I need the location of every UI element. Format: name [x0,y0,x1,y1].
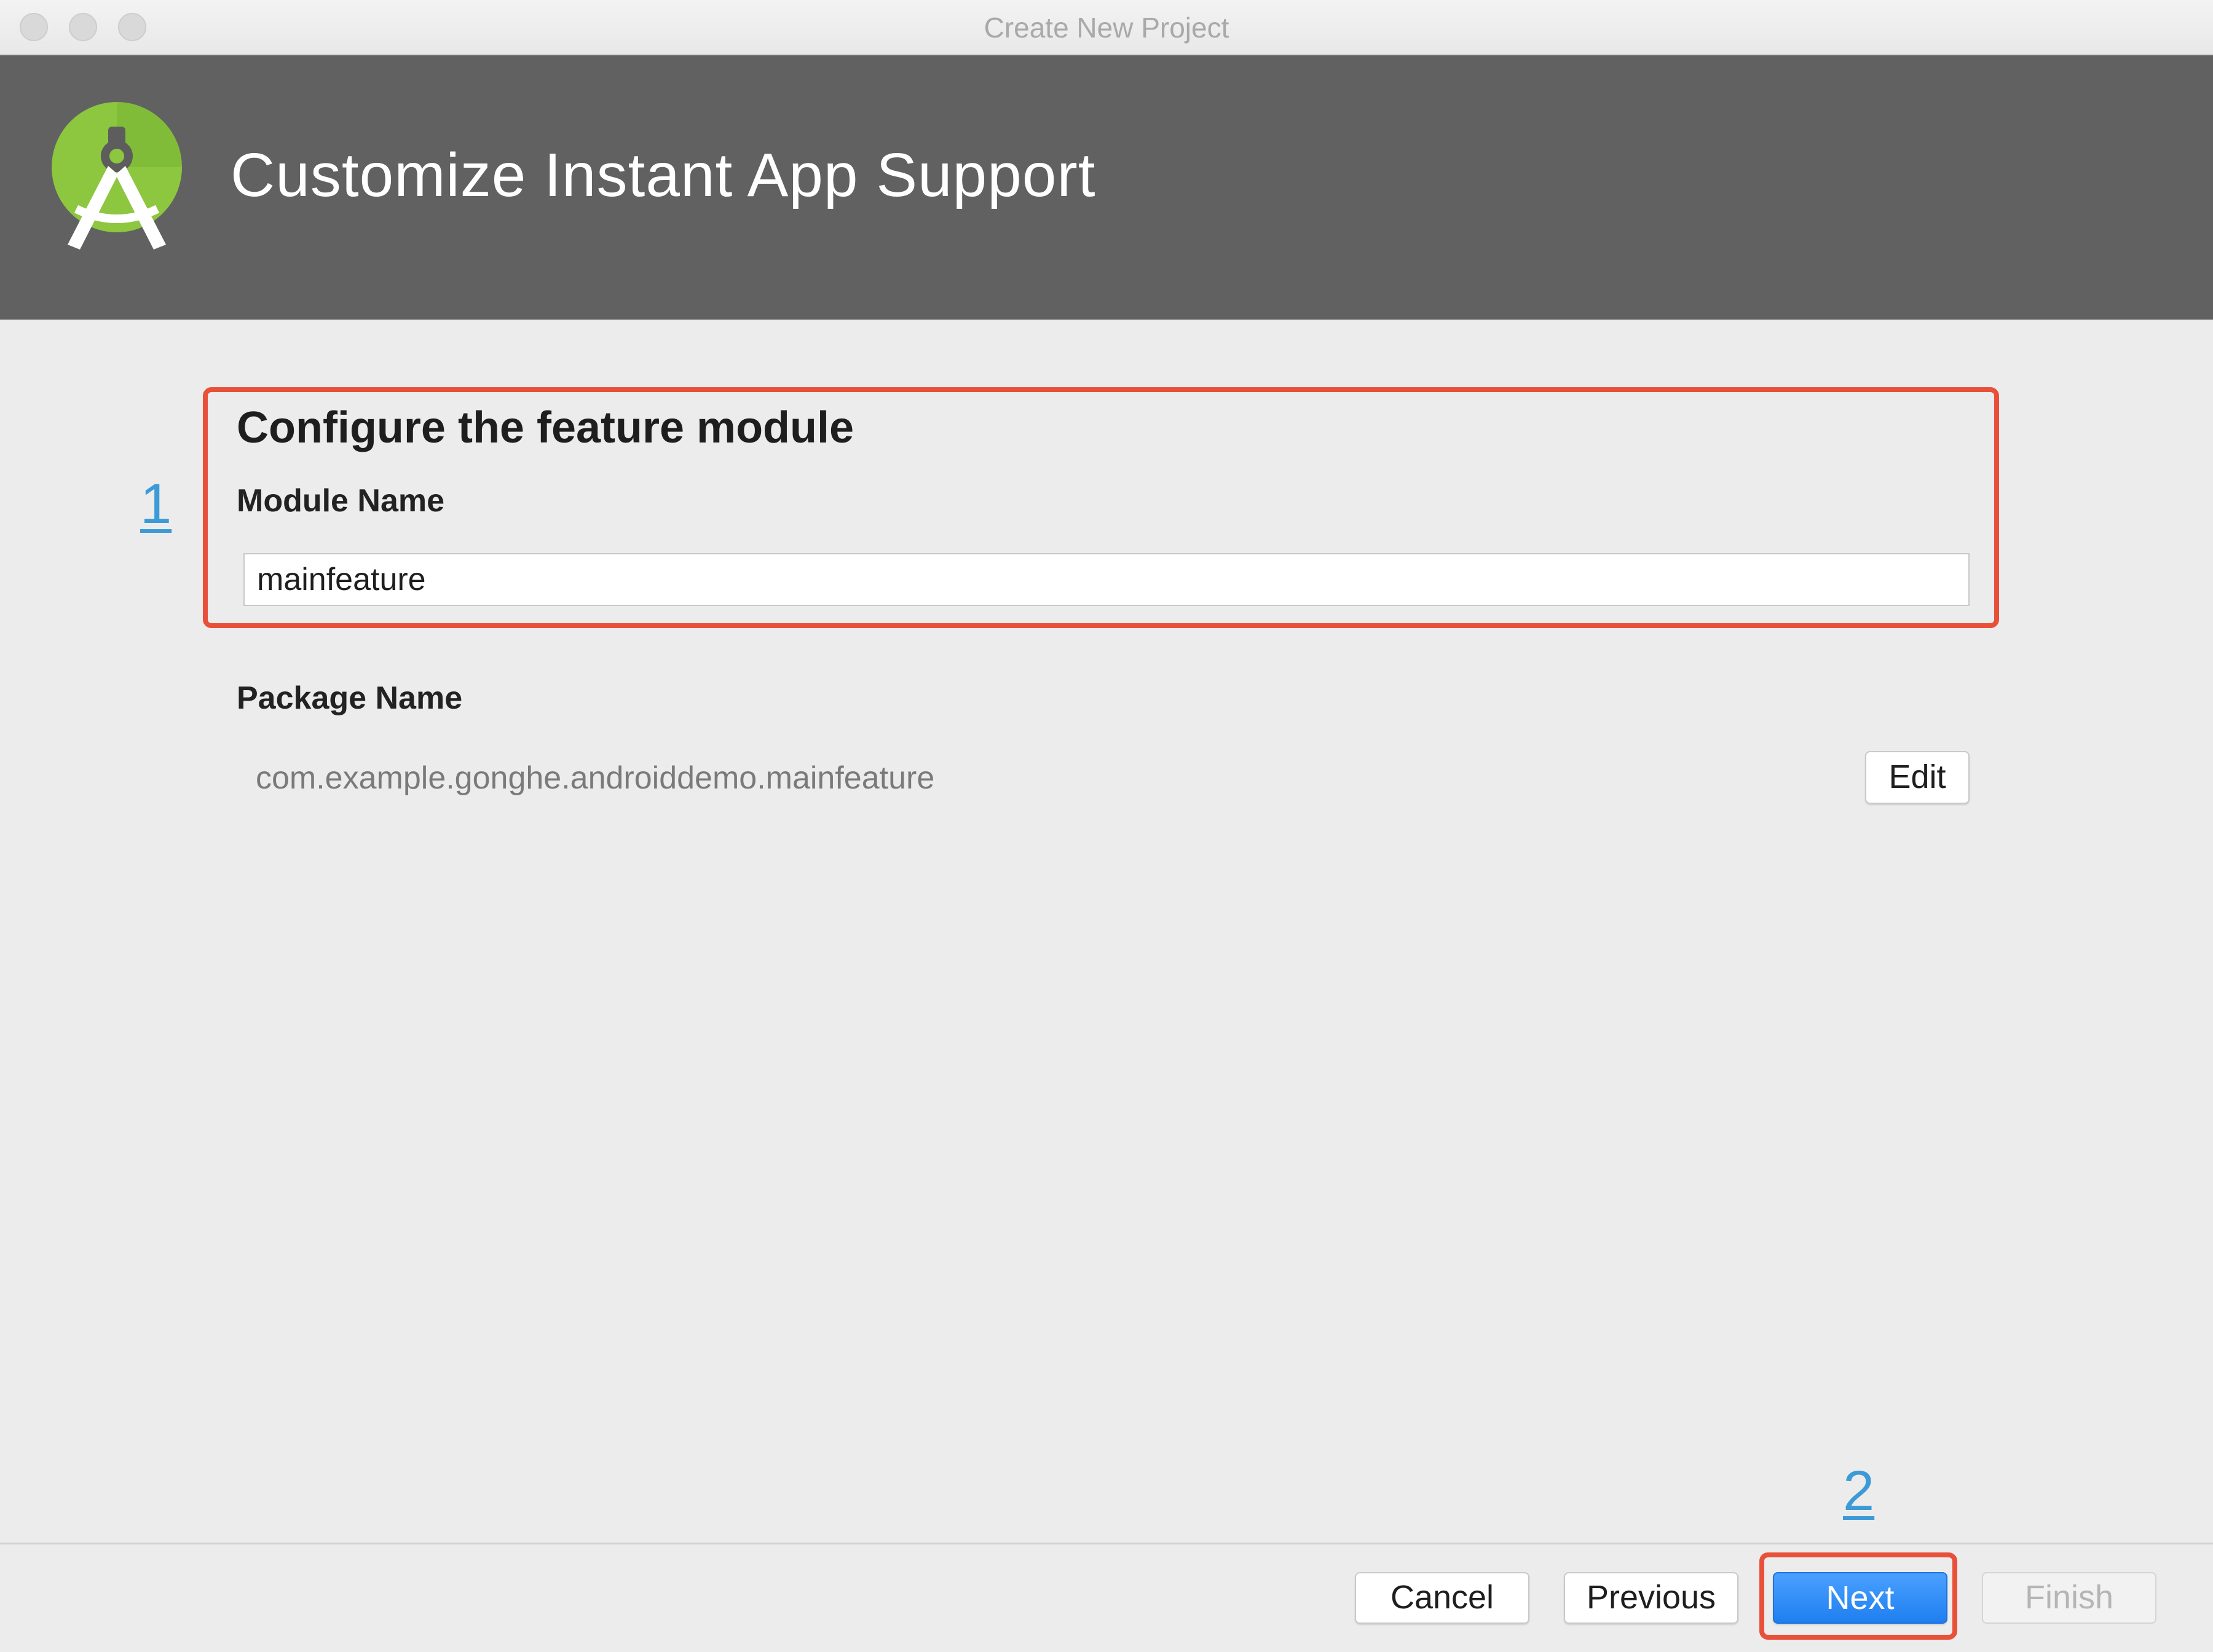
module-name-label: Module Name [237,483,445,519]
module-name-input[interactable] [243,553,1970,606]
next-button[interactable]: Next [1773,1572,1947,1624]
android-studio-logo-icon [52,102,182,250]
footer-divider [0,1543,2213,1544]
window-title: Create New Project [984,12,1229,44]
package-name-value: com.example.gonghe.androiddemo.mainfeatu… [256,760,935,796]
package-name-label: Package Name [237,680,463,716]
page-title: Customize Instant App Support [231,141,1096,210]
previous-button[interactable]: Previous [1564,1572,1738,1624]
finish-button[interactable]: Finish [1982,1572,2156,1624]
create-project-dialog: Create New Project Customize Instant App… [0,0,2213,1652]
header-banner: Customize Instant App Support [0,55,2213,320]
edit-package-button[interactable]: Edit [1865,751,1970,804]
title-bar: Create New Project [0,0,2213,55]
step-1-marker: 1 [140,473,172,535]
section-title: Configure the feature module [237,403,854,452]
step-2-marker: 2 [1843,1460,1875,1522]
cancel-button[interactable]: Cancel [1355,1572,1529,1624]
